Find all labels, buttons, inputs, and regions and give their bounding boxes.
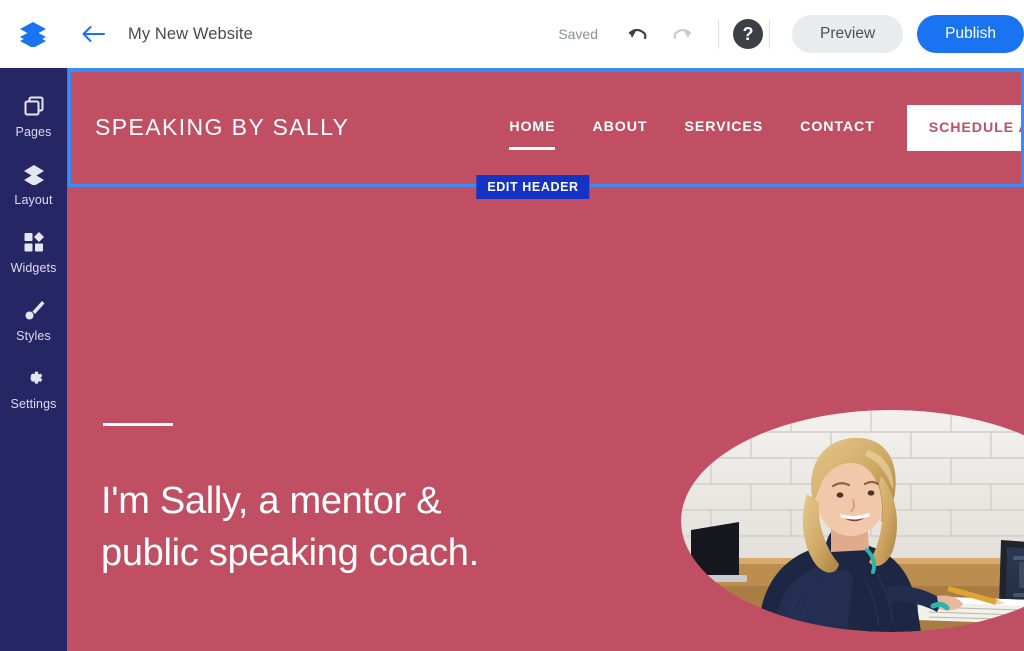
edit-header-badge[interactable]: EDIT HEADER [476,175,590,199]
layout-layers-icon [22,161,46,187]
site-navigation: HOME ABOUT SERVICES CONTACT [509,119,875,150]
help-question-icon[interactable]: ? [733,19,764,49]
site-header-section[interactable]: SPEAKING BY SALLY HOME ABOUT SERVICES CO… [67,68,1024,187]
hero-section[interactable]: I'm Sally, a mentor & public speaking co… [67,187,1024,651]
back-arrow-icon[interactable] [72,0,114,68]
schedule-session-button[interactable]: SCHEDULE A SESSION [906,104,1024,151]
editor-sidebar: Pages Layout Widgets Styles Settings [0,68,67,651]
topbar-actions: Saved ? Preview Publish [558,0,1024,68]
stacked-layers-logo-icon[interactable] [10,0,56,68]
nav-item-contact[interactable]: CONTACT [800,119,875,137]
settings-gear-icon [23,365,45,391]
editor-topbar: My New Website Saved ? Preview Publish [0,0,1024,68]
hero-photo[interactable] [681,410,1024,632]
toolbar-divider-1 [718,19,720,49]
preview-button[interactable]: Preview [792,15,904,53]
toolbar-divider-2 [769,19,771,49]
sidebar-item-label: Styles [16,329,51,343]
hero-divider-rule [103,423,173,426]
website-canvas[interactable]: SPEAKING BY SALLY HOME ABOUT SERVICES CO… [67,68,1024,651]
site-title: My New Website [128,24,253,43]
sidebar-item-label: Pages [15,125,52,139]
nav-item-services[interactable]: SERVICES [684,119,763,137]
widgets-grid-icon [23,229,45,255]
styles-brush-icon [23,297,45,323]
undo-icon[interactable] [620,17,654,51]
sidebar-item-widgets[interactable]: Widgets [0,218,67,286]
nav-item-about[interactable]: ABOUT [593,119,648,137]
sidebar-item-label: Widgets [10,261,57,275]
sidebar-item-pages[interactable]: Pages [0,82,67,150]
sidebar-item-settings[interactable]: Settings [0,354,67,422]
redo-icon[interactable] [666,17,700,51]
sidebar-item-styles[interactable]: Styles [0,286,67,354]
pages-icon [23,93,45,119]
sidebar-item-label: Settings [10,397,57,411]
publish-button[interactable]: Publish [917,15,1024,53]
hero-heading: I'm Sally, a mentor & public speaking co… [101,475,661,579]
hero-heading-line-2: public speaking coach. [101,532,479,574]
saved-status: Saved [558,26,599,42]
sidebar-item-layout[interactable]: Layout [0,150,67,218]
nav-item-home[interactable]: HOME [509,119,555,150]
hero-heading-line-1: I'm Sally, a mentor & [101,480,442,522]
site-logo-text: SPEAKING BY SALLY [95,114,350,140]
sidebar-item-label: Layout [14,193,53,207]
website-builder-app: My New Website Saved ? Preview Publish P… [0,0,1024,651]
